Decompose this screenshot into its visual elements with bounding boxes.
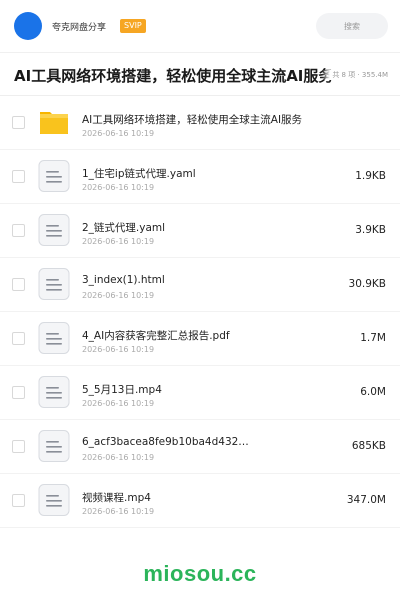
row-checkbox[interactable]: [12, 116, 25, 129]
row-checkbox[interactable]: [12, 440, 25, 453]
file-size: 6.0M: [360, 386, 386, 398]
file-date: 2026-06-16 10:19: [82, 399, 155, 408]
row-checkbox[interactable]: [12, 386, 25, 399]
file-row[interactable]: 2_链式代理.yaml 2026-06-16 10:19 3.9KB: [0, 204, 400, 258]
user-name[interactable]: 夸克网盘分享: [52, 20, 106, 33]
file-row[interactable]: 4_AI内容获客完整汇总报告.pdf 2026-06-16 10:19 1.7M: [0, 312, 400, 366]
file-size: 3.9KB: [355, 224, 386, 236]
top-bar: 夸克网盘分享 SVIP 搜索: [0, 0, 400, 52]
file-row[interactable]: 视频课程.mp4 2026-06-16 10:19 347.0M: [0, 474, 400, 528]
file-date: 2026-06-16 10:19: [82, 291, 155, 300]
svip-badge: SVIP: [120, 19, 146, 33]
folder-meta: 共 8 项 · 355.4M: [322, 70, 388, 80]
folder-icon: [38, 106, 70, 138]
file-size: 1.7M: [360, 332, 386, 344]
file-date: 2026-06-16 10:19: [82, 507, 155, 516]
row-checkbox[interactable]: [12, 278, 25, 291]
file-size: 30.9KB: [348, 278, 386, 290]
file-name[interactable]: 2_链式代理.yaml: [82, 220, 165, 235]
footer: miosou.cc: [0, 548, 400, 600]
search-placeholder: 搜索: [344, 21, 360, 31]
file-size: 347.0M: [346, 494, 386, 506]
file-date: 2026-06-16 10:19: [82, 237, 155, 246]
document-icon: [38, 322, 70, 354]
file-list: AI工具网络环境搭建，轻松使用全球主流AI服务 2026-06-16 10:19 1…: [0, 96, 400, 528]
file-row[interactable]: 6_acf3bacea8fe9b10ba4d432… 2026-06-16 10:…: [0, 420, 400, 474]
file-size: 685KB: [351, 440, 386, 452]
file-date: 2026-06-16 10:19: [82, 453, 155, 462]
folder-header: AI工具网络环境搭建，轻松使用全球主流AI服务 共 8 项 · 355.4M: [0, 55, 400, 95]
row-checkbox[interactable]: [12, 224, 25, 237]
document-icon: [38, 214, 70, 246]
row-checkbox[interactable]: [12, 494, 25, 507]
file-name[interactable]: 4_AI内容获客完整汇总报告.pdf: [82, 328, 230, 343]
document-icon: [38, 484, 70, 516]
file-name[interactable]: 视频课程.mp4: [82, 490, 151, 505]
file-size: 1.9KB: [355, 170, 386, 182]
file-name[interactable]: 3_index(1).html: [82, 274, 165, 286]
row-checkbox[interactable]: [12, 332, 25, 345]
row-checkbox[interactable]: [12, 170, 25, 183]
file-row[interactable]: 3_index(1).html 2026-06-16 10:19 30.9KB: [0, 258, 400, 312]
file-name[interactable]: AI工具网络环境搭建，轻松使用全球主流AI服务: [82, 112, 302, 127]
document-icon: [38, 160, 70, 192]
page-title: AI工具网络环境搭建，轻松使用全球主流AI服务: [14, 67, 334, 85]
watermark-text: miosou.cc: [143, 561, 257, 586]
file-name[interactable]: 6_acf3bacea8fe9b10ba4d432…: [82, 436, 249, 448]
search-input[interactable]: 搜索: [316, 13, 388, 39]
file-date: 2026-06-16 10:19: [82, 345, 155, 354]
document-icon: [38, 268, 70, 300]
file-row[interactable]: AI工具网络环境搭建，轻松使用全球主流AI服务 2026-06-16 10:19: [0, 96, 400, 150]
document-icon: [38, 376, 70, 408]
file-row[interactable]: 5_5月13日.mp4 2026-06-16 10:19 6.0M: [0, 366, 400, 420]
file-row[interactable]: 1_住宅ip链式代理.yaml 2026-06-16 10:19 1.9KB: [0, 150, 400, 204]
file-name[interactable]: 5_5月13日.mp4: [82, 382, 162, 397]
avatar[interactable]: [14, 12, 42, 40]
file-date: 2026-06-16 10:19: [82, 129, 155, 138]
header-divider: [0, 52, 400, 53]
file-date: 2026-06-16 10:19: [82, 183, 155, 192]
document-icon: [38, 430, 70, 462]
file-name[interactable]: 1_住宅ip链式代理.yaml: [82, 166, 196, 181]
